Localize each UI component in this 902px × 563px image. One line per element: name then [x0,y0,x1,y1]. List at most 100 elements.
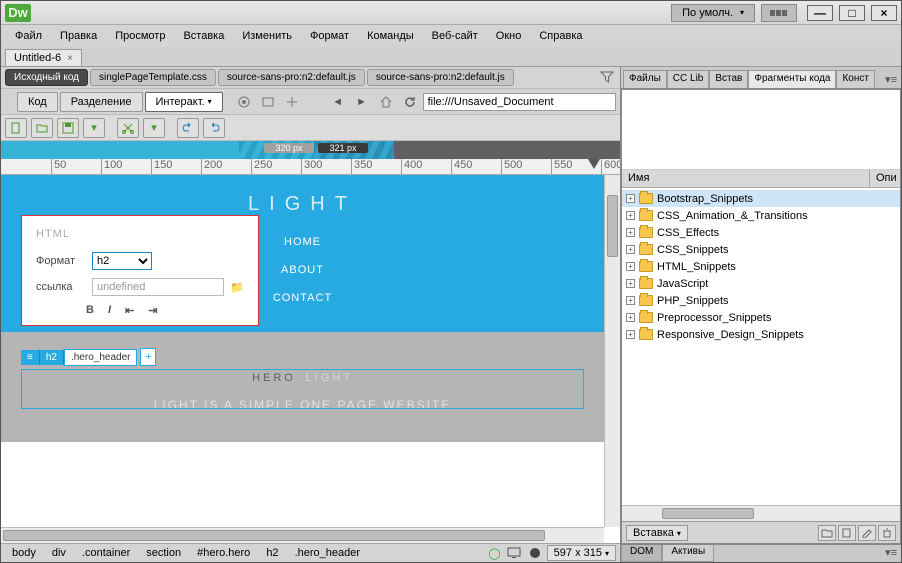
menu-commands[interactable]: Команды [359,28,422,44]
panel-tab-construct[interactable]: Конст [836,70,875,88]
menu-edit[interactable]: Правка [52,28,105,44]
menu-file[interactable]: Файл [7,28,50,44]
view-code-button[interactable]: Код [17,92,58,112]
save-icon[interactable] [57,118,79,138]
insert-snippet-button[interactable]: Вставка [626,525,688,541]
tree-folder[interactable]: +Bootstrap_Snippets [622,190,900,207]
edit-snippet-icon[interactable] [858,525,876,541]
panel-tab-dom[interactable]: DOM [621,545,662,562]
panel-menu-icon[interactable]: ▾≡ [881,545,901,562]
tree-folder[interactable]: +JavaScript [622,275,900,292]
tree-folder[interactable]: +Responsive_Design_Snippets [622,326,900,343]
ruler[interactable]: 50 100 150 200 250 300 350 400 450 500 5… [1,159,620,175]
workspace-switcher[interactable]: По умолч. [671,4,755,22]
add-class-button[interactable]: + [140,348,156,366]
error-status-icon[interactable]: ◯ [488,547,500,560]
new-snippet-icon[interactable] [838,525,856,541]
window-size-readout[interactable]: 597 x 315 [547,545,616,561]
link-input[interactable] [92,278,224,296]
breadcrumb-item[interactable]: .hero_header [288,545,367,561]
folder-icon [639,295,653,306]
related-file[interactable]: singlePageTemplate.css [90,69,216,86]
related-file[interactable]: source-sans-pro:n2:default.js [218,69,365,86]
new-file-icon[interactable] [5,118,27,138]
tree-folder[interactable]: +HTML_Snippets [622,258,900,275]
breadcrumb-item[interactable]: section [139,545,188,561]
tree-folder[interactable]: +PHP_Snippets [622,292,900,309]
file-mgmt-icon[interactable] [257,92,279,112]
width-marker-icon[interactable] [588,159,600,169]
open-file-icon[interactable] [31,118,53,138]
panel-tab-snippets[interactable]: Фрагменты кода [748,70,836,88]
menu-insert[interactable]: Вставка [175,28,232,44]
view-live-button[interactable]: Интеракт. [145,92,223,112]
source-code-pill[interactable]: Исходный код [5,69,88,86]
italic-button[interactable]: I [108,304,111,317]
column-desc[interactable]: Опи [870,170,900,187]
tree-folder[interactable]: +CSS_Animation_&_Transitions [622,207,900,224]
breadcrumb-item[interactable]: body [5,545,43,561]
minimize-button[interactable]: — [807,5,833,21]
panel-tab-files[interactable]: Файлы [623,70,667,88]
undo-icon[interactable] [177,118,199,138]
address-bar[interactable]: file:///Unsaved_Document [423,93,616,111]
menu-modify[interactable]: Изменить [234,28,300,44]
sync-settings-button[interactable] [761,4,797,22]
browse-folder-icon[interactable]: 📁 [230,281,244,294]
panel-menu-icon[interactable]: ▾≡ [881,71,901,88]
maximize-button[interactable]: □ [839,5,865,21]
menu-view[interactable]: Просмотр [107,28,173,44]
inspect-icon[interactable] [281,92,303,112]
breadcrumb-item[interactable]: #hero.hero [190,545,257,561]
folder-icon [639,227,653,238]
document-tab[interactable]: Untitled-6 × [5,49,82,66]
redo-icon[interactable] [203,118,225,138]
reload-icon[interactable] [399,92,421,112]
breakpoint-bar[interactable]: 320 px 321 px [1,141,620,159]
breadcrumb-item[interactable]: h2 [259,545,285,561]
panel-tab-insert[interactable]: Встав [709,70,748,88]
design-canvas[interactable]: LIGHT HOME ABOUT CONTACT HERO LIGHT LIGH… [1,175,604,527]
menu-site[interactable]: Веб-сайт [424,28,486,44]
panel-tab-cclib[interactable]: CC Lib [667,70,710,88]
menu-help[interactable]: Справка [531,28,590,44]
close-button[interactable]: × [871,5,897,21]
related-file[interactable]: source-sans-pro:n2:default.js [367,69,514,86]
home-icon[interactable] [375,92,397,112]
bold-button[interactable]: B [86,304,94,317]
tree-folder[interactable]: +CSS_Effects [622,224,900,241]
indent-button[interactable]: ⇤ [125,304,134,317]
breadcrumb-item[interactable]: div [45,545,73,561]
snippets-tree[interactable]: +Bootstrap_Snippets +CSS_Animation_&_Tra… [622,188,900,505]
column-name[interactable]: Имя [622,170,870,187]
selector-menu-icon[interactable]: ≡ [21,350,40,365]
copy-icon[interactable]: ▾ [143,118,165,138]
nav-back-icon[interactable]: ◄ [327,92,349,112]
cut-icon[interactable] [117,118,139,138]
panel-tab-assets[interactable]: Активы [662,545,714,562]
menu-format[interactable]: Формат [302,28,357,44]
breadcrumb-item[interactable]: .container [75,545,137,561]
close-tab-icon[interactable]: × [67,53,73,64]
horizontal-scrollbar[interactable] [1,527,604,543]
delete-snippet-icon[interactable] [878,525,896,541]
tree-folder[interactable]: +Preprocessor_Snippets [622,309,900,326]
device-preview-icon[interactable] [507,547,523,559]
outdent-button[interactable]: ⇥ [148,304,157,317]
save-all-icon[interactable]: ▾ [83,118,105,138]
view-split-button[interactable]: Разделение [60,92,143,112]
hero-subtitle: LIGHT IS A SIMPLE ONE PAGE WEBSITE [1,398,604,412]
panel-horizontal-scrollbar[interactable] [622,505,900,521]
menu-window[interactable]: Окно [488,28,530,44]
window-size-icon[interactable] [529,547,541,559]
tree-folder[interactable]: +CSS_Snippets [622,241,900,258]
new-folder-icon[interactable] [818,525,836,541]
element-selector[interactable]: ≡ h2 .hero_header + [21,347,156,367]
selector-class[interactable]: .hero_header [64,349,138,366]
preview-icon[interactable] [233,92,255,112]
vertical-scrollbar[interactable] [604,175,620,527]
nav-forward-icon[interactable]: ► [351,92,373,112]
selector-tag[interactable]: h2 [40,350,64,365]
filter-icon[interactable] [600,70,616,86]
format-select[interactable]: h2 [92,252,152,270]
